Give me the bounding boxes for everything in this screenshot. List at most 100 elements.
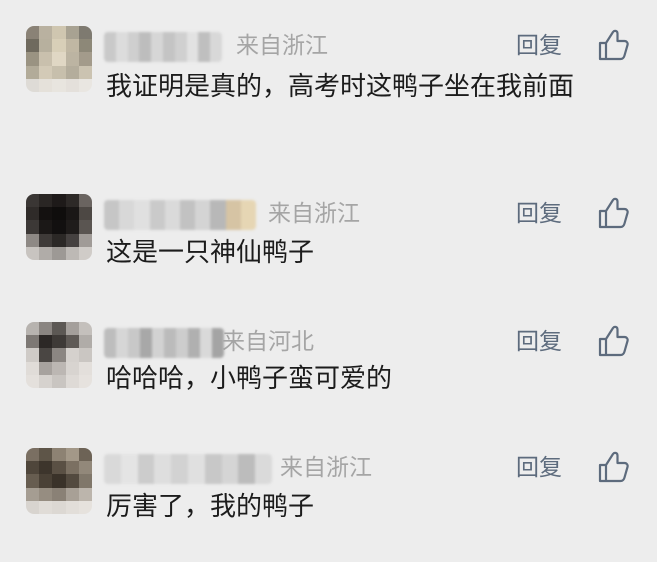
avatar-mosaic-cell: [39, 78, 53, 92]
avatar[interactable]: [26, 26, 92, 92]
avatar-mosaic-cell: [52, 65, 66, 79]
username-mosaic-cell: [139, 32, 152, 62]
username-blurred[interactable]: [104, 328, 224, 358]
reply-button[interactable]: 回复: [516, 451, 562, 485]
avatar-mosaic-cell: [52, 220, 66, 234]
username-mosaic-cell: [128, 328, 140, 358]
avatar-mosaic-cell: [65, 487, 79, 501]
username-mosaic-cell: [154, 454, 172, 484]
avatar-mosaic-cell: [52, 374, 66, 388]
username-blurred[interactable]: [104, 32, 222, 62]
username-mosaic-cell: [210, 200, 226, 230]
avatar-mosaic-cell: [26, 65, 40, 79]
avatar-mosaic-cell: [39, 348, 53, 362]
username-mosaic-cell: [204, 454, 222, 484]
avatar-mosaic-cell: [39, 361, 53, 375]
thumbs-up-icon[interactable]: [597, 28, 629, 62]
avatar-mosaic-cell: [65, 52, 79, 66]
avatar-mosaic-cell: [65, 322, 79, 336]
avatar-mosaic-cell: [52, 39, 66, 53]
avatar-mosaic-cell: [26, 322, 40, 336]
username-blurred[interactable]: [104, 454, 272, 484]
username-mosaic-cell: [152, 328, 164, 358]
reply-button[interactable]: 回复: [516, 29, 562, 63]
avatar-mosaic-cell: [78, 487, 92, 501]
avatar-mosaic-cell: [26, 52, 40, 66]
avatar-mosaic-cell: [39, 246, 53, 260]
comment-text: 这是一只神仙鸭子: [106, 238, 315, 268]
avatar-mosaic-cell: [78, 26, 92, 40]
avatar-mosaic-cell: [39, 220, 53, 234]
username-mosaic-cell: [115, 32, 128, 62]
avatar-mosaic-cell: [39, 322, 53, 336]
avatar-mosaic-cell: [78, 448, 92, 462]
avatar-mosaic-cell: [78, 322, 92, 336]
username-mosaic-cell: [127, 32, 140, 62]
comment-text: 哈哈哈，小鸭子蛮可爱的: [106, 364, 393, 394]
avatar-mosaic-cell: [65, 335, 79, 349]
username-mosaic-cell: [164, 200, 181, 230]
avatar-mosaic-cell: [26, 194, 40, 208]
username-mosaic-cell: [198, 32, 211, 62]
avatar-mosaic-cell: [78, 194, 92, 208]
avatar-mosaic-cell: [26, 374, 40, 388]
avatar-mosaic-cell: [26, 487, 40, 501]
username-mosaic-cell: [149, 200, 165, 230]
username-mosaic-cell: [180, 200, 196, 230]
avatar[interactable]: [26, 194, 92, 260]
reply-button[interactable]: 回复: [516, 197, 562, 231]
avatar-mosaic-cell: [65, 246, 79, 260]
avatar-mosaic-cell: [26, 500, 40, 514]
avatar-mosaic-cell: [78, 52, 92, 66]
location-label: 来自浙江: [268, 201, 360, 227]
username-mosaic-cell: [151, 32, 163, 62]
avatar-mosaic-cell: [52, 78, 66, 92]
avatar-mosaic-cell: [39, 233, 53, 247]
avatar-mosaic-cell: [39, 335, 53, 349]
avatar-mosaic-cell: [65, 26, 79, 40]
avatar-mosaic-cell: [52, 361, 66, 375]
avatar-mosaic-cell: [52, 194, 66, 208]
avatar-mosaic-cell: [26, 448, 40, 462]
avatar-mosaic-cell: [26, 78, 40, 92]
avatar-mosaic-cell: [65, 374, 79, 388]
username-mosaic-cell: [240, 200, 256, 230]
avatar-mosaic-cell: [65, 500, 79, 514]
username-mosaic-cell: [210, 32, 222, 62]
thumbs-up-icon[interactable]: [597, 196, 629, 230]
avatar-mosaic-cell: [65, 361, 79, 375]
avatar-mosaic-cell: [65, 207, 79, 221]
avatar-mosaic-cell: [65, 474, 79, 488]
avatar-mosaic-cell: [26, 39, 40, 53]
username-mosaic-cell: [200, 328, 212, 358]
avatar-mosaic-cell: [26, 207, 40, 221]
avatar-mosaic-cell: [52, 322, 66, 336]
username-mosaic-cell: [119, 200, 135, 230]
username-mosaic-cell: [187, 454, 205, 484]
avatar-mosaic-cell: [65, 233, 79, 247]
username-mosaic-cell: [195, 200, 211, 230]
thumbs-up-icon[interactable]: [597, 450, 629, 484]
username-mosaic-cell: [137, 454, 155, 484]
location-label: 来自浙江: [280, 455, 372, 481]
reply-button[interactable]: 回复: [516, 325, 562, 359]
avatar-mosaic-cell: [26, 26, 40, 40]
avatar[interactable]: [26, 448, 92, 514]
avatar-mosaic-cell: [26, 335, 40, 349]
avatar-mosaic-cell: [39, 461, 53, 475]
avatar-mosaic-cell: [52, 233, 66, 247]
avatar-mosaic-cell: [52, 448, 66, 462]
avatar-mosaic-cell: [52, 348, 66, 362]
avatar[interactable]: [26, 322, 92, 388]
avatar-mosaic-cell: [65, 78, 79, 92]
avatar-mosaic-cell: [52, 487, 66, 501]
avatar-mosaic-cell: [26, 348, 40, 362]
username-mosaic-cell: [120, 454, 138, 484]
username-mosaic-cell: [171, 454, 188, 484]
username-blurred[interactable]: [104, 200, 256, 230]
avatar-mosaic-cell: [39, 65, 53, 79]
username-mosaic-cell: [162, 32, 175, 62]
thumbs-up-icon[interactable]: [597, 324, 629, 358]
avatar-mosaic-cell: [65, 65, 79, 79]
avatar-mosaic-cell: [65, 348, 79, 362]
